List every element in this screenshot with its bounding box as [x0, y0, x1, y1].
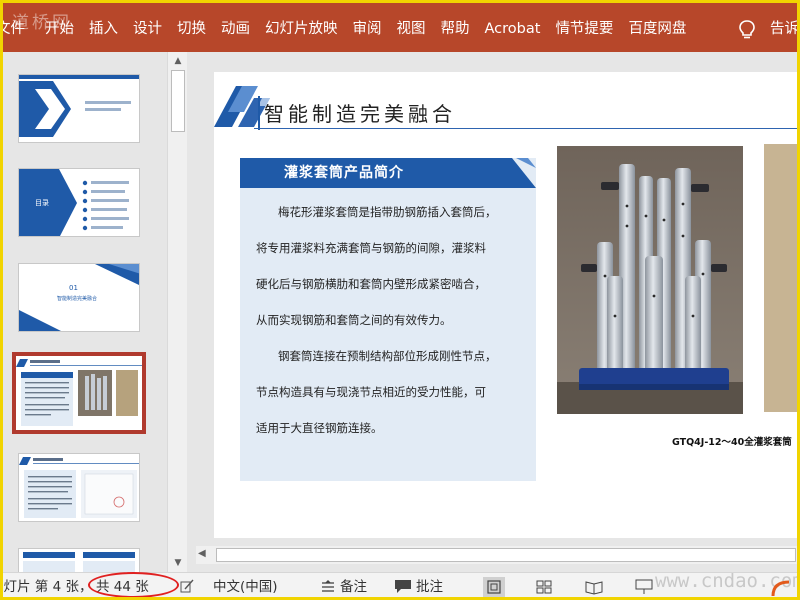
- thumbnail-3-subtitle: 智能制造完美融合: [57, 295, 97, 302]
- slide-thumbnail-6[interactable]: [18, 548, 140, 572]
- paragraph-line-6: 节点构造具有与现浇节点相近的受力性能，可: [256, 385, 486, 399]
- tab-insert[interactable]: 插入: [89, 18, 118, 40]
- thumbnail-6-preview: [19, 549, 139, 572]
- title-underline: [254, 128, 800, 129]
- slide-thumbnail-5[interactable]: [18, 453, 140, 522]
- tab-file[interactable]: 文件: [0, 18, 25, 40]
- thumbnail-1-preview: [19, 75, 139, 142]
- tell-me-box[interactable]: 告诉: [770, 18, 799, 40]
- editor-horizontal-scrollbar[interactable]: ◀: [196, 546, 800, 564]
- svg-text:目录: 目录: [35, 199, 49, 207]
- tab-transitions[interactable]: 切换: [177, 18, 206, 40]
- paragraph-line-7: 适用于大直径钢筋连接。: [256, 421, 383, 435]
- language-indicator[interactable]: 中文(中国): [213, 578, 278, 596]
- tab-acrobat[interactable]: Acrobat: [485, 18, 541, 40]
- slide-thumbnail-3[interactable]: 01 智能制造完美融合: [18, 263, 140, 332]
- paragraph-line-3: 硬化后与钢筋横肋和套筒内壁形成紧密啮合，: [256, 277, 486, 291]
- brand-logo-icon: [771, 580, 790, 597]
- tab-animations[interactable]: 动画: [221, 18, 250, 40]
- tab-review[interactable]: 审阅: [353, 18, 382, 40]
- slide-thumbnail-4-selected[interactable]: [12, 352, 146, 434]
- thumbnail-5-preview: [19, 454, 139, 521]
- scroll-down-arrow-icon[interactable]: ▼: [168, 555, 188, 571]
- slide-sorter-icon: [536, 580, 552, 594]
- tab-storyboard[interactable]: 情节提要: [555, 18, 613, 40]
- tab-slideshow[interactable]: 幻灯片放映: [265, 18, 338, 40]
- scroll-left-arrow-icon[interactable]: ◀: [198, 548, 206, 559]
- slide-canvas[interactable]: 智能制造完美融合 灌浆套筒产品简介 梅花形灌浆套筒是指带肋钢筋插入套筒后， 将专…: [214, 72, 800, 538]
- slide-title: 智能制造完美融合: [264, 102, 456, 126]
- grouting-sleeve-photo: [557, 146, 743, 414]
- proofing-icon[interactable]: [180, 579, 194, 593]
- lightbulb-icon[interactable]: [737, 19, 757, 41]
- paragraph-line-1: 梅花形灌浆套筒是指带肋钢筋插入套筒后，: [278, 205, 497, 219]
- reading-view-button[interactable]: [583, 577, 605, 597]
- thumbnail-4-preview: [16, 356, 142, 430]
- slide-thumbnail-1[interactable]: [18, 74, 140, 143]
- slideshow-icon: [635, 579, 653, 594]
- thumbnail-3-number: 01: [69, 284, 78, 292]
- paragraph-line-4: 从而实现钢筋和套筒之间的有效传力。: [256, 313, 452, 327]
- paragraph-line-5: 钢套筒连接在预制结构部位形成刚性节点，: [278, 349, 497, 363]
- thumbnail-pane: 目录 01 智能制造完美融合: [0, 52, 188, 572]
- tab-home[interactable]: 开始: [45, 18, 74, 40]
- tab-baidu-netdisk[interactable]: 百度网盘: [628, 18, 686, 40]
- normal-view-icon: [487, 580, 501, 594]
- tab-design[interactable]: 设计: [133, 18, 162, 40]
- scroll-up-arrow-icon[interactable]: ▲: [168, 53, 188, 69]
- tab-help[interactable]: 帮助: [441, 18, 470, 40]
- slideshow-button[interactable]: [633, 577, 655, 597]
- photo-caption: GTQ4J-12～40全灌浆套筒: [672, 437, 792, 448]
- annotation-red-oval: [88, 572, 179, 598]
- slide-position-label: 幻灯片 第 4 张，: [0, 579, 93, 595]
- scrollbar-thumb[interactable]: [171, 70, 185, 132]
- reading-view-icon: [585, 581, 603, 595]
- section-header-text: 灌浆套筒产品简介: [284, 165, 404, 181]
- tab-view[interactable]: 视图: [397, 18, 426, 40]
- second-product-photo: [764, 144, 800, 412]
- thumbnail-scrollbar[interactable]: ▲ ▼: [167, 52, 187, 572]
- thumbnail-3-preview: 01 智能制造完美融合: [19, 264, 139, 331]
- thumbnail-2-preview: 目录: [19, 169, 139, 236]
- paragraph-line-2: 将专用灌浆料充满套筒与钢筋的间隙，灌浆料: [256, 241, 486, 255]
- slide-thumbnail-2[interactable]: 目录: [18, 168, 140, 237]
- horizontal-scrollbar-thumb[interactable]: [216, 548, 796, 562]
- normal-view-button[interactable]: [483, 577, 505, 597]
- ribbon-tabs: 文件 开始 插入 设计 切换 动画 幻灯片放映 审阅 视图 帮助 Acrobat…: [0, 18, 701, 40]
- slide-sorter-button[interactable]: [533, 577, 555, 597]
- notes-button[interactable]: 备注: [340, 578, 367, 596]
- ribbon-tab-bar: 道桥网 文件 开始 插入 设计 切换 动画 幻灯片放映 审阅 视图 帮助 Acr…: [0, 0, 800, 52]
- notes-icon[interactable]: [320, 580, 336, 594]
- comments-button[interactable]: 批注: [416, 578, 443, 596]
- comments-icon[interactable]: [394, 579, 412, 594]
